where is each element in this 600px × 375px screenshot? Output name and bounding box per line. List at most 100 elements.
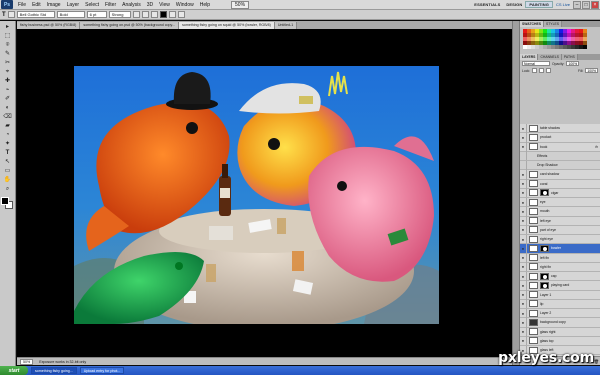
- menu-help[interactable]: Help: [197, 2, 213, 8]
- menu-edit[interactable]: Edit: [29, 2, 44, 8]
- canvas-area[interactable]: [17, 29, 512, 357]
- eraser-tool-icon[interactable]: ⌫: [2, 113, 13, 121]
- brush-tool-icon[interactable]: ⌁: [2, 86, 13, 94]
- shape-tool-icon[interactable]: ▭: [2, 167, 13, 175]
- layer-row[interactable]: ● Layer 2: [520, 308, 600, 319]
- layer-row[interactable]: ● background copy: [520, 317, 600, 328]
- visibility-eye-icon[interactable]: ●: [520, 132, 527, 142]
- doc-tab-3[interactable]: something fishy going on squid @ 50% (bo…: [179, 22, 275, 29]
- visibility-eye-icon[interactable]: ●: [520, 317, 527, 327]
- dodge-tool-icon[interactable]: ◔: [2, 131, 13, 139]
- layer-row[interactable]: ● eye: [520, 197, 600, 208]
- warp-text-button[interactable]: [168, 11, 176, 18]
- gradient-tool-icon[interactable]: ▰: [2, 122, 13, 130]
- align-right-button[interactable]: [150, 11, 158, 18]
- layer-row[interactable]: ● glass top: [520, 336, 600, 346]
- maximize-button[interactable]: □: [582, 0, 590, 9]
- layer-row[interactable]: ● cigar: [520, 188, 600, 198]
- lock-position-icon[interactable]: [546, 68, 552, 73]
- visibility-eye-icon[interactable]: ●: [520, 299, 527, 309]
- clone-stamp-tool-icon[interactable]: ✐: [2, 95, 13, 103]
- color-swatches[interactable]: [1, 197, 14, 210]
- menu-layer[interactable]: Layer: [64, 2, 83, 8]
- healing-tool-icon[interactable]: ✚: [2, 77, 13, 85]
- visibility-eye-icon[interactable]: ●: [520, 308, 527, 318]
- visibility-eye-icon[interactable]: ●: [520, 253, 527, 263]
- visibility-eye-icon[interactable]: ●: [520, 124, 527, 133]
- layer-row[interactable]: ● playing card: [520, 280, 600, 291]
- minimize-button[interactable]: –: [573, 0, 581, 9]
- workspace-painting[interactable]: PAINTING: [525, 1, 553, 8]
- pen-tool-icon[interactable]: ✦: [2, 140, 13, 148]
- visibility-eye-icon[interactable]: ●: [520, 197, 527, 207]
- align-left-button[interactable]: [132, 11, 140, 18]
- menu-analysis[interactable]: Analysis: [119, 2, 144, 8]
- doc-tab-2[interactable]: something fishy going on.psd @ 50% (back…: [80, 22, 180, 29]
- quick-select-tool-icon[interactable]: ✎: [2, 50, 13, 58]
- fill-field[interactable]: 100%: [585, 68, 598, 73]
- menu-view[interactable]: View: [156, 2, 173, 8]
- font-family-select[interactable]: Bell Gothic Std: [16, 11, 55, 18]
- workspace-essentials[interactable]: ESSENTIALS: [471, 2, 503, 7]
- move-tool-icon[interactable]: ▸: [2, 23, 13, 31]
- marquee-tool-icon[interactable]: ⬚: [2, 32, 13, 40]
- visibility-eye-icon[interactable]: ●: [520, 216, 527, 226]
- path-select-tool-icon[interactable]: ↖: [2, 158, 13, 166]
- workspace-design[interactable]: DESIGN: [503, 2, 525, 7]
- lasso-tool-icon[interactable]: ⌾: [2, 41, 13, 49]
- doc-tab-1[interactable]: fishy business.psd @ 50% (RGB/8): [17, 22, 81, 29]
- type-tool-icon[interactable]: T: [2, 149, 13, 157]
- menu-3d[interactable]: 3D: [144, 2, 156, 8]
- lock-transparency-icon[interactable]: [532, 68, 538, 73]
- visibility-eye-icon[interactable]: ●: [520, 336, 527, 346]
- layer-row[interactable]: ● glass right: [520, 327, 600, 337]
- history-brush-tool-icon[interactable]: ◐: [2, 104, 13, 112]
- visibility-eye-icon[interactable]: ●: [520, 271, 527, 281]
- layer-effects-icon[interactable]: fx: [595, 145, 598, 149]
- font-size-select[interactable]: 6 pt: [86, 11, 107, 18]
- zoom-level[interactable]: 50%: [231, 0, 250, 9]
- layer-row[interactable]: ● Layer 1: [520, 290, 600, 300]
- doc-tab-4[interactable]: Untitled-1: [274, 22, 298, 29]
- layer-mask-thumbnail[interactable]: [540, 189, 549, 197]
- visibility-eye-icon[interactable]: ●: [520, 206, 527, 216]
- layer-row[interactable]: ● table shadow: [520, 124, 600, 134]
- foreground-color-swatch[interactable]: [1, 197, 9, 205]
- layer-row[interactable]: ● product: [520, 132, 600, 143]
- visibility-eye-icon[interactable]: ●: [520, 243, 527, 253]
- color-swatch[interactable]: [583, 45, 587, 49]
- menu-window[interactable]: Window: [173, 2, 197, 8]
- layer-row[interactable]: ● left fin: [520, 253, 600, 263]
- taskbar-browser[interactable]: Upload entry for phot...: [79, 367, 125, 374]
- layer-row[interactable]: ● book fx: [520, 142, 600, 152]
- layer-row[interactable]: Drop Shadow: [520, 160, 600, 171]
- delete-layer-icon[interactable]: 🗑: [594, 359, 599, 364]
- font-style-select[interactable]: Bold: [56, 11, 85, 18]
- visibility-eye-icon[interactable]: ●: [520, 188, 527, 198]
- orientation-toggle[interactable]: [7, 11, 15, 18]
- visibility-eye-icon[interactable]: ●: [520, 327, 527, 337]
- visibility-eye-icon[interactable]: ●: [520, 179, 527, 189]
- cs-live-button[interactable]: CS Live: [553, 2, 573, 7]
- layer-row[interactable]: ● bowler: [520, 243, 600, 254]
- opacity-field[interactable]: 100%: [566, 61, 580, 66]
- swatch-grid[interactable]: [520, 27, 600, 51]
- align-center-button[interactable]: [141, 11, 149, 18]
- visibility-eye-icon[interactable]: ●: [520, 225, 527, 235]
- panel-icon-strip[interactable]: [512, 21, 519, 365]
- layer-mask-thumbnail[interactable]: [540, 281, 549, 289]
- tab-styles[interactable]: STYLES: [543, 21, 562, 27]
- tab-layers[interactable]: LAYERS: [520, 54, 539, 60]
- layer-row[interactable]: ● lip: [520, 299, 600, 309]
- lock-pixels-icon[interactable]: [539, 68, 545, 73]
- visibility-eye-icon[interactable]: ●: [520, 262, 527, 272]
- crop-tool-icon[interactable]: ✂: [2, 59, 13, 67]
- layer-mask-thumbnail[interactable]: [540, 272, 549, 280]
- tab-channels[interactable]: CHANNELS: [538, 54, 562, 60]
- layer-row[interactable]: ● right fin: [520, 262, 600, 272]
- eyedropper-tool-icon[interactable]: ⌖: [2, 68, 13, 76]
- layer-row[interactable]: ● coral: [520, 179, 600, 189]
- layer-row[interactable]: ● mouth: [520, 206, 600, 217]
- menu-file[interactable]: File: [15, 2, 29, 8]
- layer-mask-thumbnail[interactable]: [540, 244, 549, 252]
